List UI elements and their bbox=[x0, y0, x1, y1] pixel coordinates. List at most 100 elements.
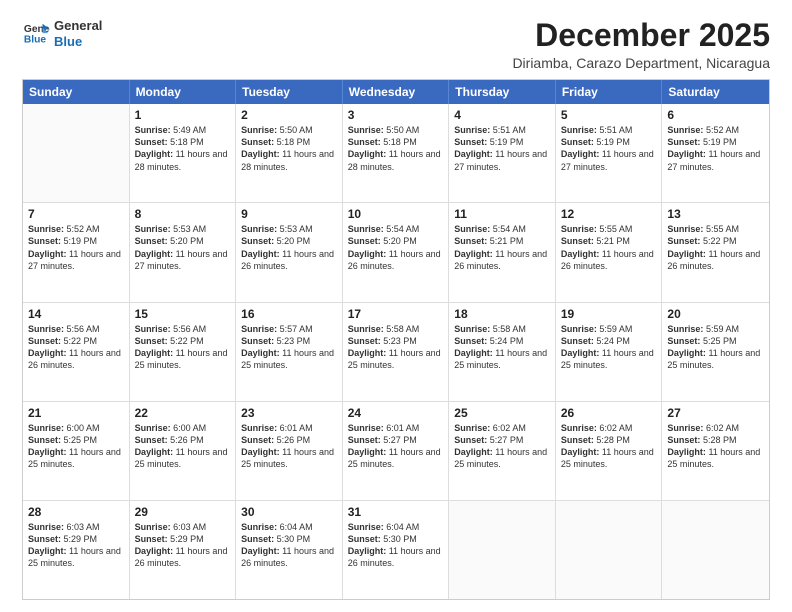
calendar-cell-w5-d2: 29Sunrise: 6:03 AMSunset: 5:29 PMDayligh… bbox=[130, 501, 237, 599]
header-monday: Monday bbox=[130, 80, 237, 104]
day-number: 28 bbox=[28, 505, 124, 519]
day-number: 11 bbox=[454, 207, 550, 221]
cell-info: Sunrise: 5:52 AMSunset: 5:19 PMDaylight:… bbox=[667, 124, 764, 173]
calendar-body: 1 Sunrise: 5:49 AMSunset: 5:18 PMDaylight… bbox=[23, 104, 769, 599]
cell-info: Sunrise: 6:02 AMSunset: 5:27 PMDaylight:… bbox=[454, 422, 550, 471]
calendar-cell-w5-d3: 30 Sunrise: 6:04 AMSunset: 5:30 PMDayligh… bbox=[236, 501, 343, 599]
cell-info: Sunrise: 5:51 AMSunset: 5:19 PMDaylight:… bbox=[454, 124, 550, 173]
day-number: 21 bbox=[28, 406, 124, 420]
calendar-cell-w5-d6 bbox=[556, 501, 663, 599]
calendar: Sunday Monday Tuesday Wednesday Thursday… bbox=[22, 79, 770, 600]
calendar-cell-w3-d3: 16 Sunrise: 5:57 AMSunset: 5:23 PMDayligh… bbox=[236, 303, 343, 401]
calendar-cell-w3-d4: 17 Sunrise: 5:58 AMSunset: 5:23 PMDayligh… bbox=[343, 303, 450, 401]
day-number: 27 bbox=[667, 406, 764, 420]
calendar-cell-w5-d1: 28Sunrise: 6:03 AMSunset: 5:29 PMDayligh… bbox=[23, 501, 130, 599]
day-number: 26 bbox=[561, 406, 657, 420]
calendar-header: Sunday Monday Tuesday Wednesday Thursday… bbox=[23, 80, 769, 104]
calendar-cell-w1-d1 bbox=[23, 104, 130, 202]
cell-info: Sunrise: 5:57 AMSunset: 5:23 PMDaylight:… bbox=[241, 323, 337, 372]
header-sunday: Sunday bbox=[23, 80, 130, 104]
day-number: 2 bbox=[241, 108, 337, 122]
day-number: 17 bbox=[348, 307, 444, 321]
day-number: 4 bbox=[454, 108, 550, 122]
day-number: 16 bbox=[241, 307, 337, 321]
cell-info: Sunrise: 5:49 AMSunset: 5:18 PMDaylight:… bbox=[135, 124, 231, 173]
header-thursday: Thursday bbox=[449, 80, 556, 104]
calendar-cell-w2-d5: 11 Sunrise: 5:54 AMSunset: 5:21 PMDayligh… bbox=[449, 203, 556, 301]
cell-info: Sunrise: 6:01 AMSunset: 5:27 PMDaylight:… bbox=[348, 422, 444, 471]
calendar-cell-w2-d7: 13 Sunrise: 5:55 AMSunset: 5:22 PMDayligh… bbox=[662, 203, 769, 301]
calendar-cell-w1-d2: 1 Sunrise: 5:49 AMSunset: 5:18 PMDaylight… bbox=[130, 104, 237, 202]
logo-icon: General Blue bbox=[22, 20, 50, 48]
day-number: 20 bbox=[667, 307, 764, 321]
calendar-cell-w1-d3: 2 Sunrise: 5:50 AMSunset: 5:18 PMDaylight… bbox=[236, 104, 343, 202]
page-subtitle: Diriamba, Carazo Department, Nicaragua bbox=[512, 55, 770, 71]
day-number: 24 bbox=[348, 406, 444, 420]
cell-info: Sunrise: 5:51 AMSunset: 5:19 PMDaylight:… bbox=[561, 124, 657, 173]
cell-info: Sunrise: 5:53 AMSunset: 5:20 PMDaylight:… bbox=[135, 223, 231, 272]
cell-info: Sunrise: 5:55 AMSunset: 5:21 PMDaylight:… bbox=[561, 223, 657, 272]
day-number: 13 bbox=[667, 207, 764, 221]
calendar-cell-w4-d3: 23 Sunrise: 6:01 AMSunset: 5:26 PMDayligh… bbox=[236, 402, 343, 500]
cell-info: Sunrise: 6:00 AMSunset: 5:25 PMDaylight:… bbox=[28, 422, 124, 471]
day-number: 10 bbox=[348, 207, 444, 221]
cell-info: Sunrise: 5:58 AMSunset: 5:24 PMDaylight:… bbox=[454, 323, 550, 372]
cell-info: Sunrise: 5:52 AMSunset: 5:19 PMDaylight:… bbox=[28, 223, 124, 272]
day-number: 1 bbox=[135, 108, 231, 122]
day-number: 8 bbox=[135, 207, 231, 221]
page: General Blue General Blue December 2025 … bbox=[0, 0, 792, 612]
calendar-cell-w5-d5 bbox=[449, 501, 556, 599]
day-number: 19 bbox=[561, 307, 657, 321]
day-number: 25 bbox=[454, 406, 550, 420]
calendar-week-5: 28Sunrise: 6:03 AMSunset: 5:29 PMDayligh… bbox=[23, 501, 769, 599]
calendar-cell-w4-d7: 27 Sunrise: 6:02 AMSunset: 5:28 PMDayligh… bbox=[662, 402, 769, 500]
cell-info: Sunrise: 5:54 AMSunset: 5:21 PMDaylight:… bbox=[454, 223, 550, 272]
header-saturday: Saturday bbox=[662, 80, 769, 104]
calendar-cell-w4-d6: 26 Sunrise: 6:02 AMSunset: 5:28 PMDayligh… bbox=[556, 402, 663, 500]
calendar-cell-w2-d1: 7 Sunrise: 5:52 AMSunset: 5:19 PMDaylight… bbox=[23, 203, 130, 301]
calendar-cell-w4-d5: 25 Sunrise: 6:02 AMSunset: 5:27 PMDayligh… bbox=[449, 402, 556, 500]
cell-info: Sunrise: 5:59 AMSunset: 5:25 PMDaylight:… bbox=[667, 323, 764, 372]
header-friday: Friday bbox=[556, 80, 663, 104]
cell-info: Sunrise: 5:50 AMSunset: 5:18 PMDaylight:… bbox=[348, 124, 444, 173]
calendar-cell-w3-d6: 19Sunrise: 5:59 AMSunset: 5:24 PMDayligh… bbox=[556, 303, 663, 401]
calendar-cell-w2-d6: 12 Sunrise: 5:55 AMSunset: 5:21 PMDayligh… bbox=[556, 203, 663, 301]
calendar-cell-w3-d7: 20 Sunrise: 5:59 AMSunset: 5:25 PMDayligh… bbox=[662, 303, 769, 401]
day-number: 29 bbox=[135, 505, 231, 519]
logo: General Blue General Blue bbox=[22, 18, 102, 49]
day-number: 6 bbox=[667, 108, 764, 122]
cell-info: Sunrise: 6:01 AMSunset: 5:26 PMDaylight:… bbox=[241, 422, 337, 471]
day-number: 31 bbox=[348, 505, 444, 519]
logo-text: General Blue bbox=[54, 18, 102, 49]
day-number: 5 bbox=[561, 108, 657, 122]
cell-info: Sunrise: 5:58 AMSunset: 5:23 PMDaylight:… bbox=[348, 323, 444, 372]
cell-info: Sunrise: 6:04 AMSunset: 5:30 PMDaylight:… bbox=[241, 521, 337, 570]
cell-info: Sunrise: 5:56 AMSunset: 5:22 PMDaylight:… bbox=[28, 323, 124, 372]
cell-info: Sunrise: 6:02 AMSunset: 5:28 PMDaylight:… bbox=[667, 422, 764, 471]
calendar-week-4: 21 Sunrise: 6:00 AMSunset: 5:25 PMDayligh… bbox=[23, 402, 769, 501]
day-number: 18 bbox=[454, 307, 550, 321]
cell-info: Sunrise: 6:00 AMSunset: 5:26 PMDaylight:… bbox=[135, 422, 231, 471]
cell-info: Sunrise: 5:53 AMSunset: 5:20 PMDaylight:… bbox=[241, 223, 337, 272]
calendar-cell-w3-d5: 18 Sunrise: 5:58 AMSunset: 5:24 PMDayligh… bbox=[449, 303, 556, 401]
day-number: 7 bbox=[28, 207, 124, 221]
cell-info: Sunrise: 6:04 AMSunset: 5:30 PMDaylight:… bbox=[348, 521, 444, 570]
cell-info: Sunrise: 5:54 AMSunset: 5:20 PMDaylight:… bbox=[348, 223, 444, 272]
calendar-week-1: 1 Sunrise: 5:49 AMSunset: 5:18 PMDaylight… bbox=[23, 104, 769, 203]
cell-info: Sunrise: 6:02 AMSunset: 5:28 PMDaylight:… bbox=[561, 422, 657, 471]
cell-info: Sunrise: 5:56 AMSunset: 5:22 PMDaylight:… bbox=[135, 323, 231, 372]
calendar-cell-w1-d5: 4 Sunrise: 5:51 AMSunset: 5:19 PMDaylight… bbox=[449, 104, 556, 202]
svg-text:Blue: Blue bbox=[24, 34, 47, 45]
cell-info: Sunrise: 5:55 AMSunset: 5:22 PMDaylight:… bbox=[667, 223, 764, 272]
header-tuesday: Tuesday bbox=[236, 80, 343, 104]
calendar-cell-w2-d2: 8 Sunrise: 5:53 AMSunset: 5:20 PMDaylight… bbox=[130, 203, 237, 301]
calendar-cell-w4-d4: 24 Sunrise: 6:01 AMSunset: 5:27 PMDayligh… bbox=[343, 402, 450, 500]
calendar-cell-w4-d1: 21 Sunrise: 6:00 AMSunset: 5:25 PMDayligh… bbox=[23, 402, 130, 500]
calendar-cell-w1-d4: 3Sunrise: 5:50 AMSunset: 5:18 PMDaylight… bbox=[343, 104, 450, 202]
day-number: 12 bbox=[561, 207, 657, 221]
day-number: 30 bbox=[241, 505, 337, 519]
cell-info: Sunrise: 5:50 AMSunset: 5:18 PMDaylight:… bbox=[241, 124, 337, 173]
day-number: 23 bbox=[241, 406, 337, 420]
header-row: General Blue General Blue December 2025 … bbox=[22, 18, 770, 71]
title-block: December 2025 Diriamba, Carazo Departmen… bbox=[512, 18, 770, 71]
